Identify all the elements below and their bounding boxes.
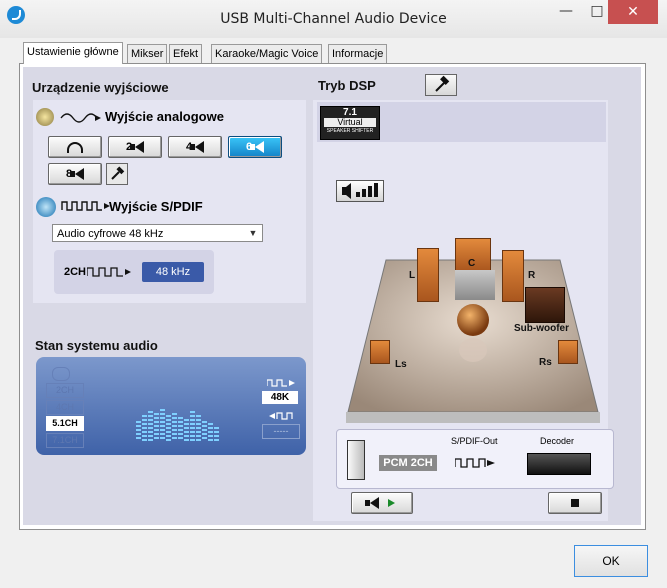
center-stand xyxy=(455,270,495,300)
tab-effect[interactable]: Efekt xyxy=(169,44,203,63)
play-test-button[interactable] xyxy=(351,492,413,514)
meter-bar xyxy=(154,413,159,441)
headphone-icon xyxy=(67,141,83,153)
label-right: R xyxy=(528,270,536,281)
decoder-icon xyxy=(527,453,591,475)
left-surround-speaker[interactable] xyxy=(370,340,390,364)
mode-7-1ch: 7.1CH xyxy=(46,433,84,448)
spdif-format-select[interactable]: Audio cyfrowe 48 kHz ▼ xyxy=(52,224,263,242)
left-speaker[interactable] xyxy=(417,248,439,302)
meter-bar xyxy=(166,415,171,441)
label-right-surround: Rs xyxy=(539,357,552,368)
speaker-icon xyxy=(70,168,85,180)
spdif-rate-badge: 48 kHz xyxy=(142,262,204,282)
virtual-7-1-button[interactable]: 7.1 Virtual SPEAKER SHIFTER xyxy=(320,106,380,140)
pc-tower-icon xyxy=(347,440,365,480)
stop-button[interactable] xyxy=(548,492,602,514)
meter-bar xyxy=(196,415,201,441)
label-subwoofer: Sub-woofer xyxy=(514,323,569,334)
right-surround-speaker[interactable] xyxy=(558,340,578,364)
play-icon xyxy=(387,499,395,507)
speaker-icon xyxy=(130,141,145,153)
decoder-label: Decoder xyxy=(540,436,575,446)
channel-6-button[interactable]: 6 xyxy=(228,136,282,158)
spdif-channels-label: 2CH xyxy=(64,266,87,278)
headphone-button[interactable] xyxy=(48,136,102,158)
meter-bar xyxy=(178,417,183,441)
speaker-icon xyxy=(364,497,379,509)
output-signal-icon xyxy=(269,412,293,420)
dsp-mode-heading: Tryb DSP xyxy=(318,78,376,93)
spdif-signal-icon xyxy=(87,267,131,277)
meter-bar xyxy=(202,421,207,441)
channel-8-button[interactable]: 8 xyxy=(48,163,102,185)
pcm-format-badge: PCM 2CH xyxy=(379,455,437,471)
subwoofer-speaker[interactable] xyxy=(525,287,565,323)
meter-bar xyxy=(190,411,195,441)
spdif-rate-box: 2CH 48 kHz xyxy=(54,250,214,294)
meter-bar xyxy=(142,415,147,441)
app-window: USB Multi-Channel Audio Device — □ ✕ Ust… xyxy=(0,0,667,588)
speaker-icon xyxy=(250,141,265,153)
spdif-icon xyxy=(36,197,56,217)
spdif-wave-icon xyxy=(60,198,112,214)
mode-5-1ch: 5.1CH xyxy=(46,416,84,431)
label-left: L xyxy=(409,270,416,281)
volume-button[interactable] xyxy=(336,180,384,202)
close-button[interactable]: ✕ xyxy=(608,0,658,24)
meter-bar xyxy=(148,411,153,441)
output-device-heading: Urządzenie wyjściowe xyxy=(32,80,169,95)
tab-info[interactable]: Informacje xyxy=(328,44,388,63)
input-signal-icon xyxy=(267,379,295,387)
label-left-surround: Ls xyxy=(395,359,407,370)
spdif-out-signal-icon xyxy=(455,458,495,468)
mode-4ch: 4CH xyxy=(46,400,84,415)
meter-bar xyxy=(172,413,177,441)
title-bar: USB Multi-Channel Audio Device — □ ✕ xyxy=(0,0,667,38)
label-center: C xyxy=(468,258,476,269)
signal-level-meter xyxy=(136,397,226,441)
stop-icon xyxy=(571,499,579,507)
spdif-output-label: Wyjście S/PDIF xyxy=(109,199,203,214)
meter-bar xyxy=(214,427,219,441)
analog-wave-icon xyxy=(59,110,103,126)
tab-main-settings[interactable]: Ustawienie główne xyxy=(23,42,123,64)
status-speaker-icon xyxy=(52,367,70,381)
meter-bar xyxy=(208,423,213,441)
signal-path-bar: PCM 2CH S/PDIF-Out Decoder xyxy=(336,429,614,489)
system-status-heading: Stan systemu audio xyxy=(35,338,158,353)
mode-2ch: 2CH xyxy=(46,383,84,398)
listener-sphere xyxy=(457,304,489,336)
hammer-icon xyxy=(435,75,450,92)
hammer-settings-icon[interactable] xyxy=(106,163,128,185)
spdif-out-label: S/PDIF-Out xyxy=(451,436,498,446)
system-status-display: 2CH 4CH 5.1CH 7.1CH 48K ----- xyxy=(36,357,306,455)
input-rate-badge: 48K xyxy=(262,391,298,404)
meter-bar xyxy=(184,419,189,441)
output-rate-badge: ----- xyxy=(262,424,300,439)
minimize-button[interactable]: — xyxy=(549,0,583,24)
analog-output-label: Wyjście analogowe xyxy=(105,109,224,124)
chevron-down-icon: ▼ xyxy=(248,228,258,238)
speaker-icon xyxy=(190,141,205,153)
ok-button[interactable]: OK xyxy=(574,545,648,577)
meter-bar xyxy=(160,409,165,441)
channel-4-button[interactable]: 4 xyxy=(168,136,222,158)
volume-level-icon xyxy=(342,183,378,199)
speaker-icon xyxy=(36,108,54,126)
dsp-settings-button[interactable] xyxy=(425,74,457,96)
tab-mixer[interactable]: Mikser xyxy=(127,44,168,63)
tab-karaoke[interactable]: Karaoke/Magic Voice xyxy=(211,44,323,63)
meter-bar xyxy=(136,421,141,441)
right-speaker[interactable] xyxy=(502,250,524,302)
channel-2-button[interactable]: 2 xyxy=(108,136,162,158)
